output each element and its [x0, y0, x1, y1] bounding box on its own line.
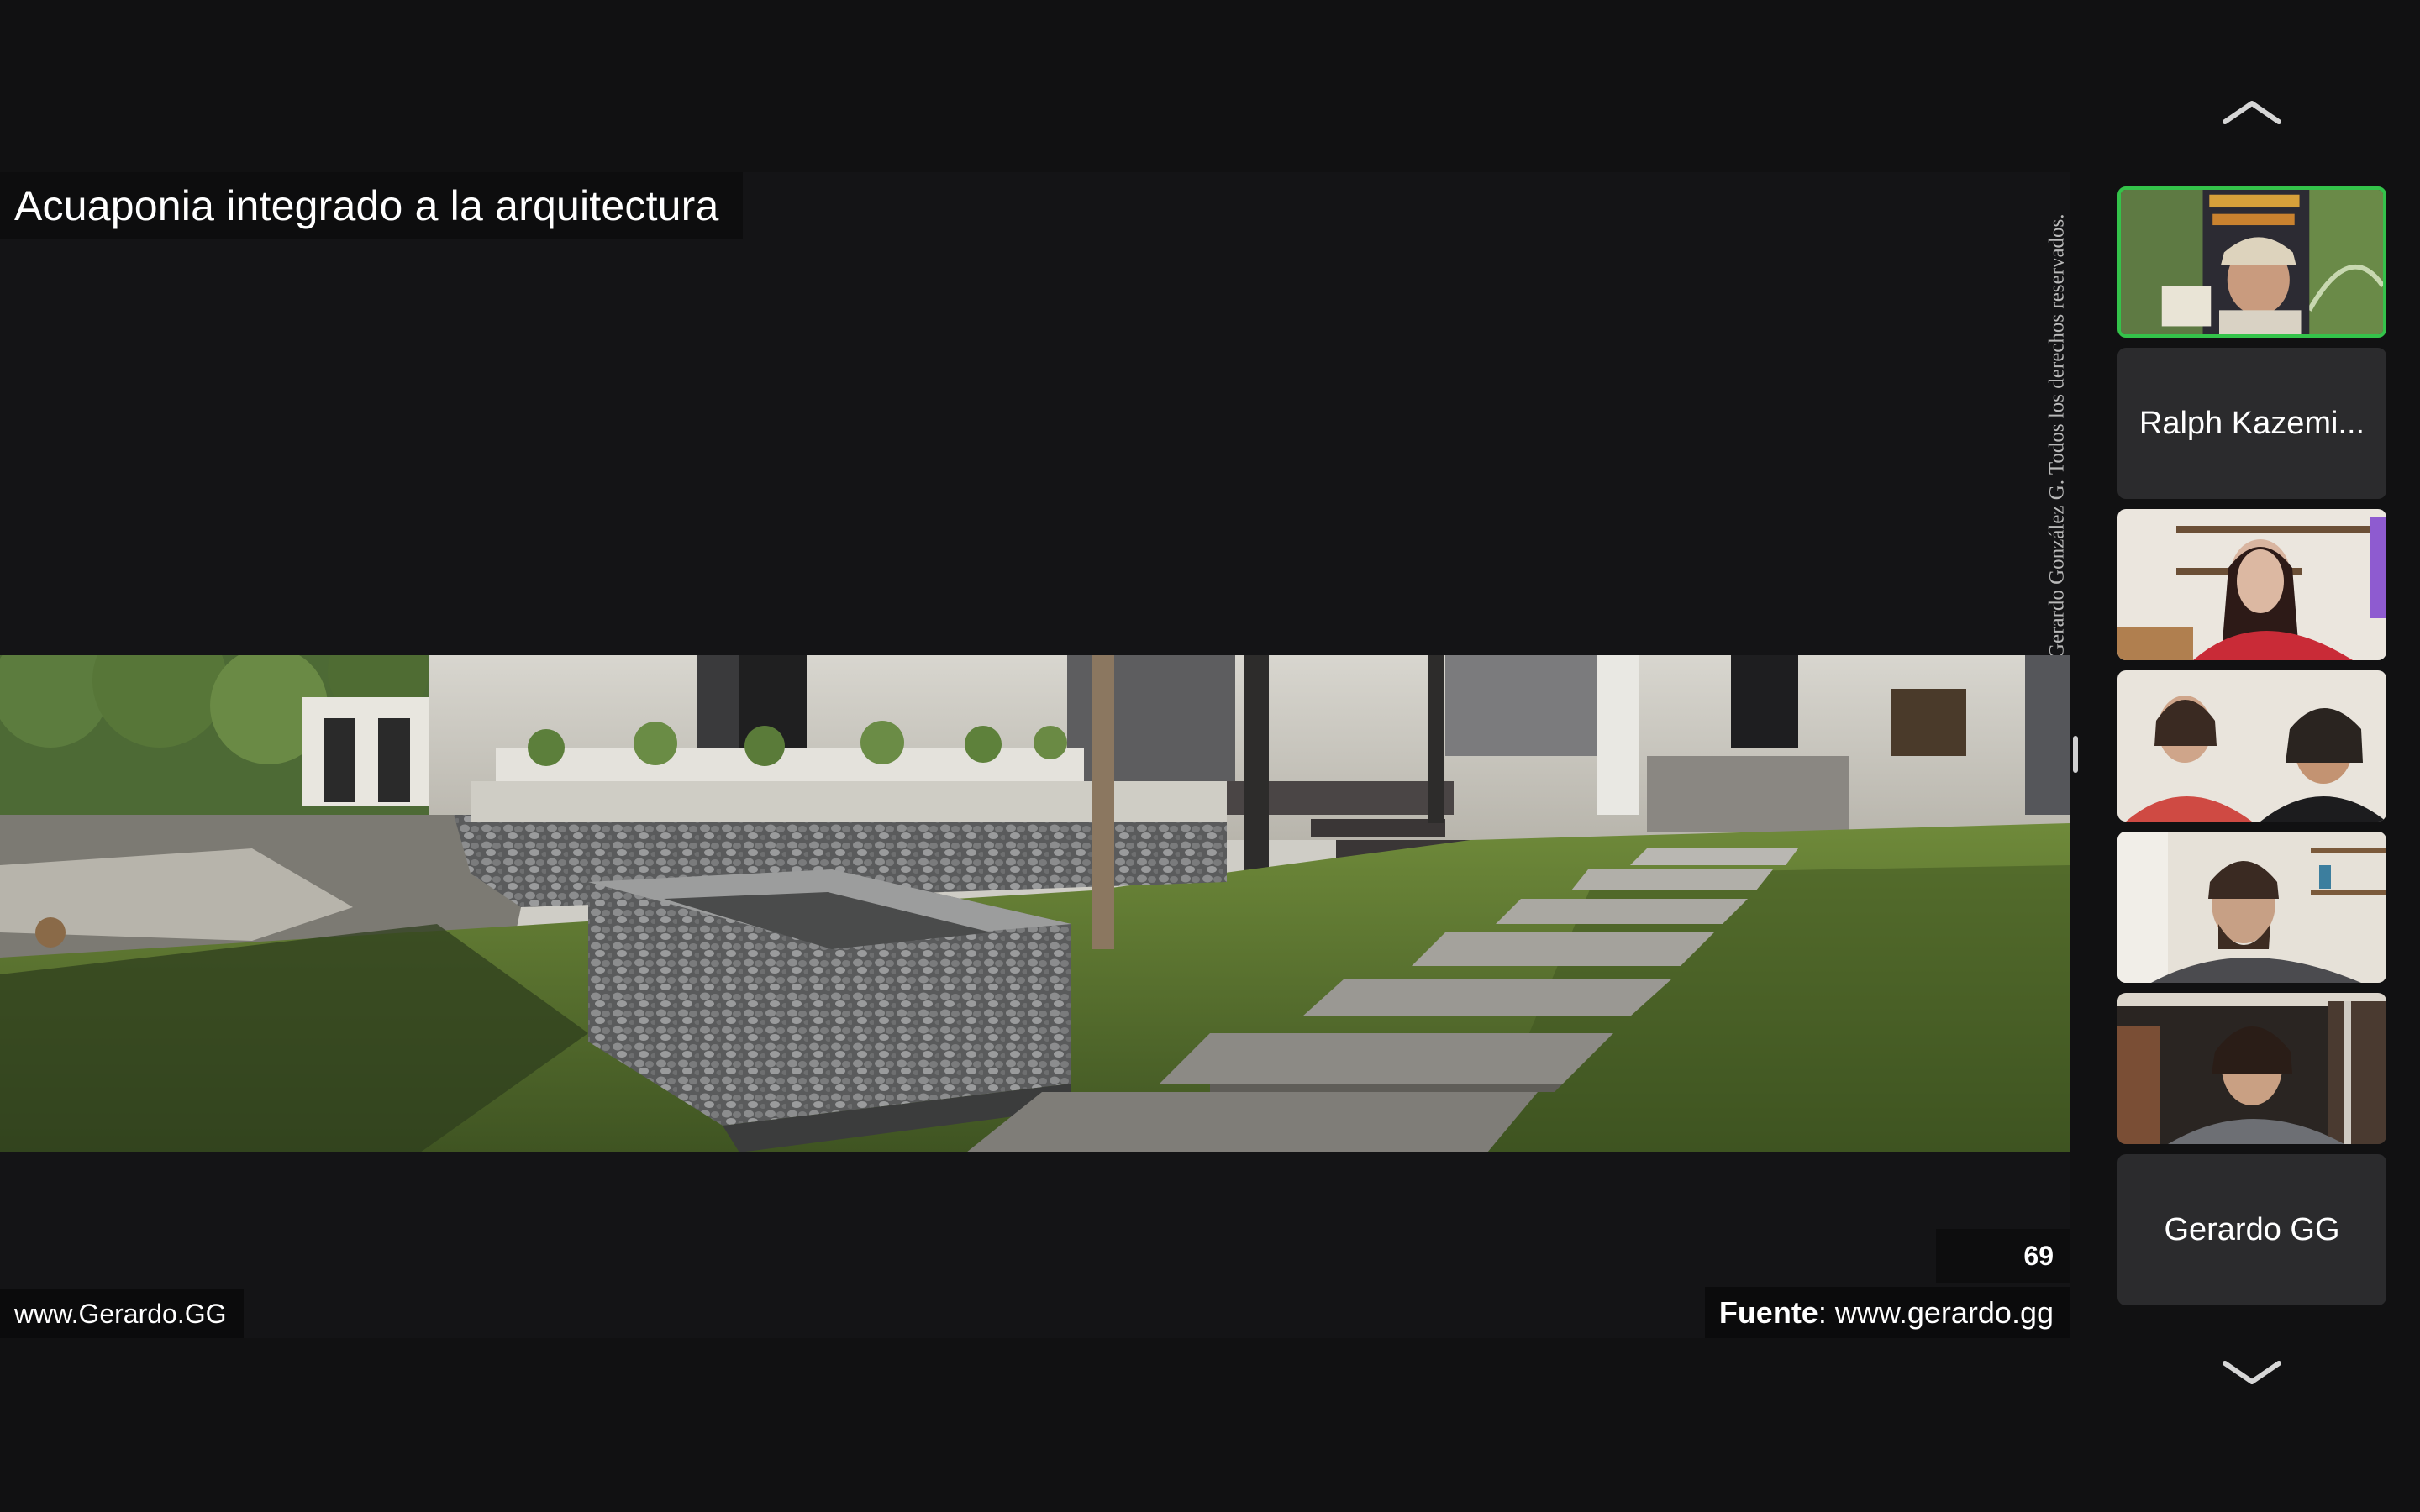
- website-text: www.Gerardo.GG: [14, 1298, 227, 1329]
- participant-name: [2118, 832, 2386, 983]
- shared-screen: Acuaponia integrado a la arquitectura © …: [0, 172, 2070, 1338]
- meeting-window: Acuaponia integrado a la arquitectura © …: [0, 0, 2420, 1512]
- chevron-up-icon: [2223, 101, 2281, 124]
- participant-tile-active-speaker[interactable]: [2118, 186, 2386, 338]
- participant-name: Ralph Kazemi...: [2139, 405, 2365, 441]
- page-number-box: 69: [1936, 1229, 2070, 1283]
- website-box: www.Gerardo.GG: [0, 1289, 244, 1338]
- participant-tile[interactable]: [2118, 993, 2386, 1144]
- slide-title: Acuaponia integrado a la arquitectura: [14, 182, 719, 229]
- participant-tile[interactable]: [2118, 670, 2386, 822]
- participant-name: [2118, 670, 2386, 822]
- page-number: 69: [2023, 1240, 2054, 1271]
- slide-title-box: Acuaponia integrado a la arquitectura: [0, 172, 743, 239]
- source-value: : www.gerardo.gg: [1818, 1294, 2054, 1330]
- participant-name: Gerardo GG: [2164, 1211, 2340, 1247]
- chevron-down-icon: [2223, 1361, 2281, 1384]
- gallery-scroll-up-button[interactable]: [2218, 91, 2286, 133]
- participant-name: [2121, 190, 2383, 334]
- participant-tile[interactable]: [2118, 509, 2386, 660]
- participant-name: [2118, 509, 2386, 660]
- participant-name: [2118, 993, 2386, 1144]
- slide-photo: [0, 655, 2070, 1152]
- panel-resize-handle[interactable]: [2073, 736, 2078, 773]
- participant-tile[interactable]: Gerardo GG: [2118, 1154, 2386, 1305]
- source-label: Fuente: [1718, 1294, 1818, 1330]
- gallery-scroll-down-button[interactable]: [2218, 1352, 2286, 1394]
- copyright-text: © 2021 Gerardo González G. Todos los der…: [2046, 213, 2069, 727]
- participant-tile[interactable]: [2118, 832, 2386, 983]
- source-caption: Fuente: www.gerardo.gg: [1705, 1287, 2070, 1338]
- participant-tile[interactable]: Ralph Kazemi...: [2118, 348, 2386, 499]
